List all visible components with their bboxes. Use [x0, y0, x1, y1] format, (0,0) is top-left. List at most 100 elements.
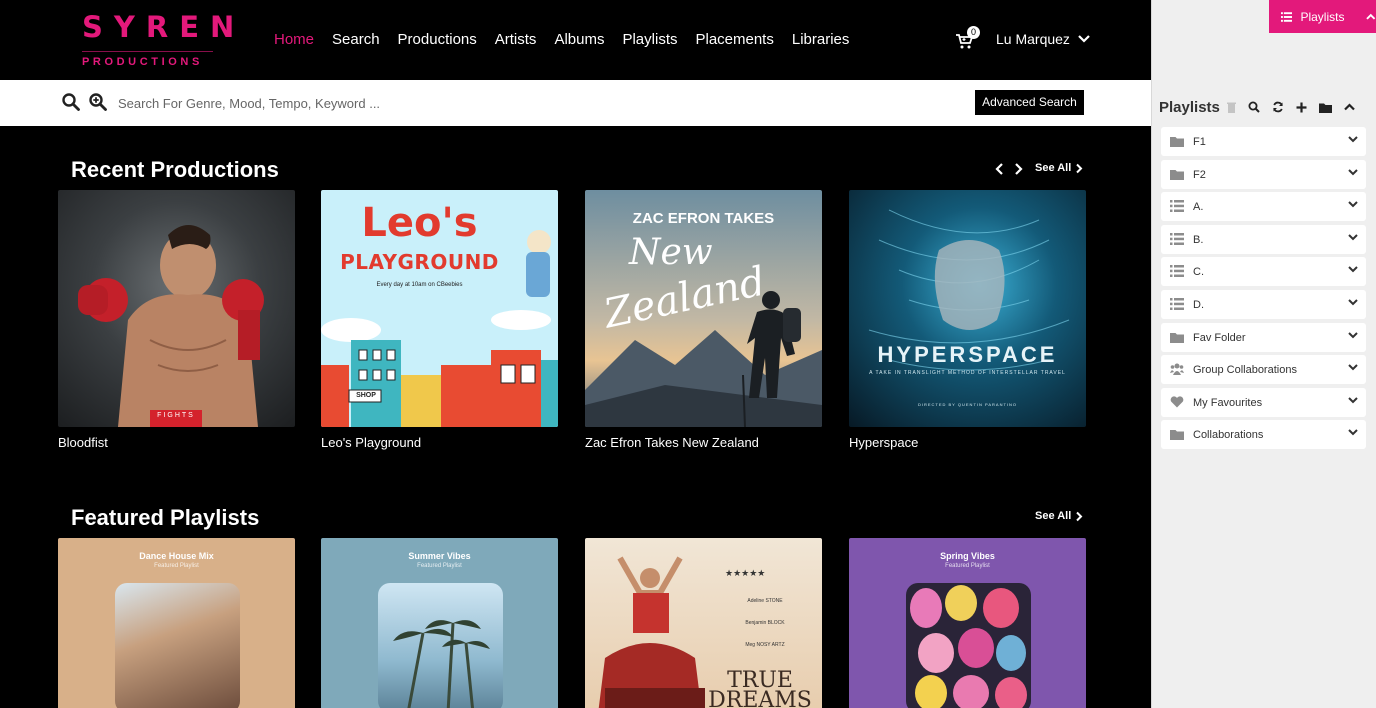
playlist-card[interactable]: ★★★★★ Adeline STONE Benjamin BLOCK Meg N… [585, 538, 822, 708]
plus-icon[interactable] [1296, 102, 1307, 113]
production-title[interactable]: Hyperspace [849, 435, 1086, 450]
playlist-subtitle: Featured Playlist [945, 563, 990, 569]
folder-icon[interactable] [1319, 102, 1332, 113]
featured-playlists-title: Featured Playlists [71, 505, 260, 530]
playlist-subtitle: Featured Playlist [417, 563, 462, 569]
playlists-toggle-button[interactable]: Playlists [1269, 0, 1376, 33]
folder-icon [1170, 333, 1184, 343]
top-nav: SYREN PRODUCTIONS Home Search Production… [0, 0, 1151, 80]
user-menu[interactable]: Lu Marquez [996, 31, 1090, 47]
refresh-icon[interactable] [1272, 101, 1284, 113]
cover-badge-text: FIGHTS [157, 412, 195, 419]
playlist-subtitle: Featured Playlist [154, 563, 199, 569]
sidebar-item-b[interactable]: B. [1161, 225, 1366, 254]
cover-subtitle: A TAKE IN TRANSLIGHT METHOD OF INTERSTEL… [869, 370, 1066, 376]
chevron-down-icon[interactable] [1348, 299, 1358, 306]
production-cover[interactable]: ZAC EFRON TAKES New Zealand [585, 190, 822, 427]
logo[interactable]: SYREN PRODUCTIONS [82, 12, 234, 70]
chevron-down-icon[interactable] [1348, 429, 1358, 436]
sidebar-item-d[interactable]: D. [1161, 290, 1366, 319]
featured-see-all-link[interactable]: See All [1035, 510, 1083, 522]
chevron-down-icon[interactable] [1348, 266, 1358, 273]
chevron-down-icon[interactable] [1348, 364, 1358, 371]
nav-placements[interactable]: Placements [695, 31, 773, 48]
search-icon[interactable] [1248, 101, 1260, 113]
credit-3: Meg NOSY ARTZ [745, 642, 785, 648]
cover-title-2: New [629, 232, 713, 273]
sidebar-item-f1[interactable]: F1 [1161, 127, 1366, 156]
heart-icon [1170, 396, 1184, 408]
cover-title: HYPERSPACE [877, 342, 1058, 367]
sidebar-item-fav-folder[interactable]: Fav Folder [1161, 323, 1366, 352]
chevron-up-icon [1366, 13, 1376, 20]
nav-libraries[interactable]: Libraries [792, 31, 850, 48]
playlist-photo [115, 583, 240, 708]
chevron-right-icon[interactable] [1013, 162, 1023, 176]
list-icon [1170, 200, 1184, 212]
cover-subtitle: Every day at 10am on CBeebies [376, 282, 463, 288]
sidebar-item-label: Fav Folder [1193, 331, 1246, 344]
chevron-left-icon[interactable] [995, 162, 1005, 176]
main-area: SYREN PRODUCTIONS Home Search Production… [0, 0, 1151, 708]
trash-icon[interactable] [1227, 102, 1236, 113]
production-card[interactable]: Leo's PLAYGROUND Every day at 10am on CB… [321, 190, 558, 450]
sidebar-item-group-collaborations[interactable]: Group Collaborations [1161, 355, 1366, 384]
sidebar-item-f2[interactable]: F2 [1161, 160, 1366, 189]
nav-search[interactable]: Search [332, 31, 380, 48]
carousel-arrows [995, 162, 1023, 176]
production-title[interactable]: Leo's Playground [321, 435, 558, 450]
sidebar-item-label: F2 [1193, 168, 1206, 181]
advanced-search-button[interactable]: Advanced Search [975, 90, 1084, 115]
playlist-card[interactable]: Summer Vibes Featured Playlist [321, 538, 558, 708]
nav-productions[interactable]: Productions [398, 31, 477, 48]
chevron-right-icon [1076, 163, 1083, 173]
list-icon [1170, 265, 1184, 277]
cover-credit: DIRECTED BY QUENTIN PARANTINO [917, 402, 1018, 407]
production-cover[interactable]: Leo's PLAYGROUND Every day at 10am on CB… [321, 190, 558, 427]
chevron-down-icon[interactable] [1348, 201, 1358, 208]
sidebar-item-my-favourites[interactable]: My Favourites [1161, 388, 1366, 417]
chevron-down-icon[interactable] [1348, 397, 1358, 404]
sidebar-item-c[interactable]: C. [1161, 257, 1366, 286]
chevron-down-icon[interactable] [1348, 136, 1358, 143]
nav-playlists[interactable]: Playlists [622, 31, 677, 48]
production-cover[interactable]: HYPERSPACE A TAKE IN TRANSLIGHT METHOD O… [849, 190, 1086, 427]
sidebar-header: Playlists [1159, 99, 1220, 116]
recent-see-all-link[interactable]: See All [1035, 162, 1083, 174]
chevron-down-icon [1078, 35, 1090, 43]
search-input[interactable] [118, 92, 718, 114]
playlist-card[interactable]: Spring Vibes Featured Playlist [849, 538, 1086, 708]
sidebar-title: Playlists [1159, 99, 1220, 116]
chevron-down-icon[interactable] [1348, 234, 1358, 241]
main-nav: Home Search Productions Artists Albums P… [274, 31, 867, 48]
nav-albums[interactable]: Albums [554, 31, 604, 48]
playlist-title: Spring Vibes [940, 551, 995, 561]
users-icon [1170, 363, 1184, 375]
nav-home[interactable]: Home [274, 31, 314, 48]
sidebar-item-label: D. [1193, 298, 1204, 311]
nav-artists[interactable]: Artists [495, 31, 537, 48]
production-cover[interactable]: FIGHTS [58, 190, 295, 427]
folder-icon [1170, 430, 1184, 440]
chevron-up-icon[interactable] [1344, 103, 1355, 111]
sidebar-item-collaborations[interactable]: Collaborations [1161, 420, 1366, 449]
credit-2: Benjamin BLOCK [745, 620, 785, 626]
production-card[interactable]: ZAC EFRON TAKES New Zealand Zac Efron Ta… [585, 190, 822, 450]
see-all-label: See All [1035, 510, 1072, 522]
production-title[interactable]: Zac Efron Takes New Zealand [585, 435, 822, 450]
sidebar-item-label: Collaborations [1193, 428, 1264, 441]
list-icon [1170, 298, 1184, 310]
chevron-down-icon[interactable] [1348, 169, 1358, 176]
chevron-down-icon[interactable] [1348, 332, 1358, 339]
search-icon[interactable] [62, 93, 80, 111]
production-card[interactable]: HYPERSPACE A TAKE IN TRANSLIGHT METHOD O… [849, 190, 1086, 450]
production-card[interactable]: FIGHTS Bloodfist [58, 190, 295, 450]
playlist-card[interactable]: Dance House Mix Featured Playlist [58, 538, 295, 708]
playlist-photo [906, 583, 1031, 708]
sidebar-item-label: A. [1193, 200, 1204, 213]
production-title[interactable]: Bloodfist [58, 435, 295, 450]
zoom-in-icon[interactable] [89, 93, 107, 111]
sidebar-item-a[interactable]: A. [1161, 192, 1366, 221]
folder-icon [1170, 137, 1184, 147]
cover-shop-sign: SHOP [356, 392, 376, 399]
